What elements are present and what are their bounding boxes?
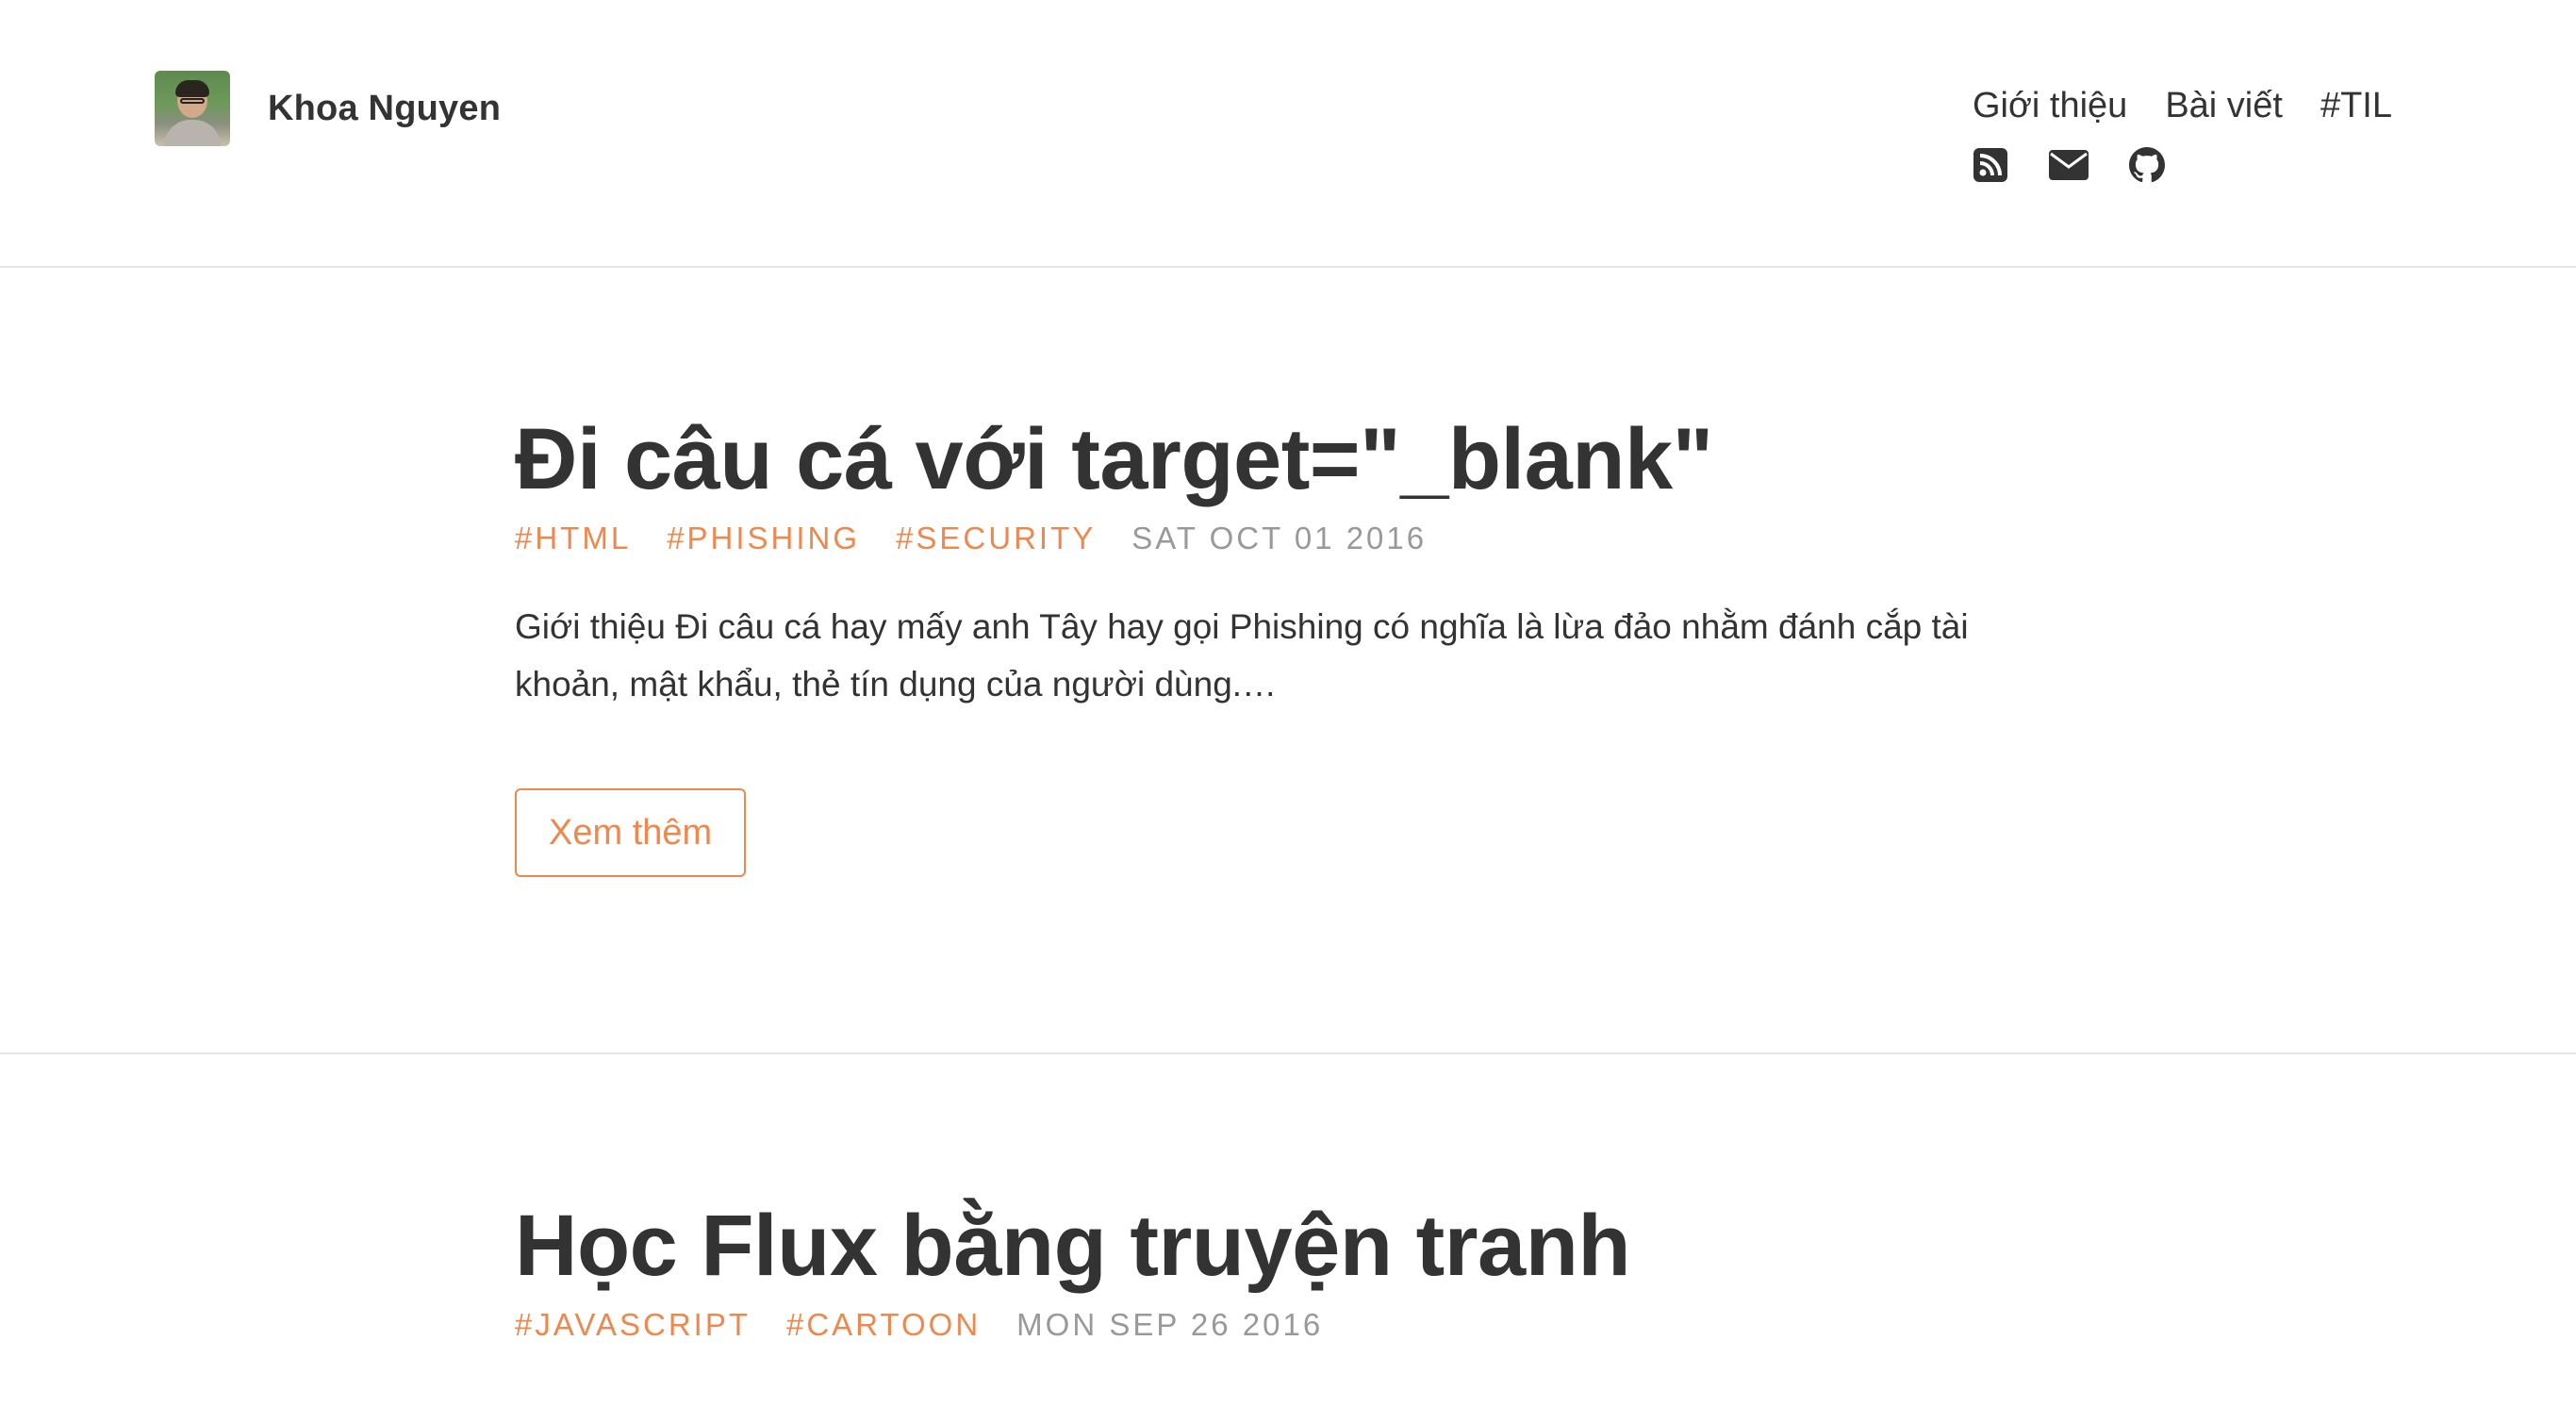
post-meta: #JAVASCRIPT #CARTOON MON SEP 26 2016 — [515, 1303, 1986, 1347]
post-meta: #HTML #PHISHING #SECURITY SAT OCT 01 201… — [515, 517, 1986, 560]
post-date: SAT OCT 01 2016 — [1131, 521, 1428, 555]
post-date: MON SEP 26 2016 — [1016, 1307, 1324, 1342]
read-more-button[interactable]: Xem thêm — [515, 788, 747, 877]
author-name: Khoa Nguyen — [268, 88, 502, 128]
nav-item-about[interactable]: Giới thiệu — [1973, 79, 2127, 132]
main-nav: Giới thiệu Bài viết #TIL — [1973, 79, 2392, 132]
avatar — [155, 71, 230, 146]
site-header: Khoa Nguyen Giới thiệu Bài viết #TIL — [0, 0, 2576, 268]
post-title[interactable]: Học Flux bằng truyện tranh — [515, 1194, 1986, 1298]
post-title[interactable]: Đi câu cá với target="_blank" — [515, 407, 1986, 511]
github-icon[interactable] — [2129, 147, 2165, 183]
tag-link[interactable]: #JAVASCRIPT — [515, 1303, 751, 1347]
tag-link[interactable]: #CARTOON — [786, 1303, 981, 1347]
nav-item-til[interactable]: #TIL — [2320, 79, 2392, 132]
tag-link[interactable]: #HTML — [515, 517, 631, 560]
tag-link[interactable]: #PHISHING — [667, 517, 860, 560]
post-card: Đi câu cá với target="_blank" #HTML #PHI… — [515, 407, 1986, 877]
brand-link[interactable]: Khoa Nguyen — [155, 71, 501, 146]
post-divider — [0, 1052, 2576, 1054]
nav-item-posts[interactable]: Bài viết — [2165, 79, 2283, 132]
tag-link[interactable]: #SECURITY — [896, 517, 1096, 560]
rss-icon[interactable] — [1973, 147, 2008, 183]
post-card: Học Flux bằng truyện tranh #JAVASCRIPT #… — [515, 1194, 1986, 1347]
social-links — [1973, 147, 2165, 183]
post-excerpt: Giới thiệu Đi câu cá hay mấy anh Tây hay… — [515, 607, 1969, 704]
envelope-icon[interactable] — [2048, 149, 2089, 181]
